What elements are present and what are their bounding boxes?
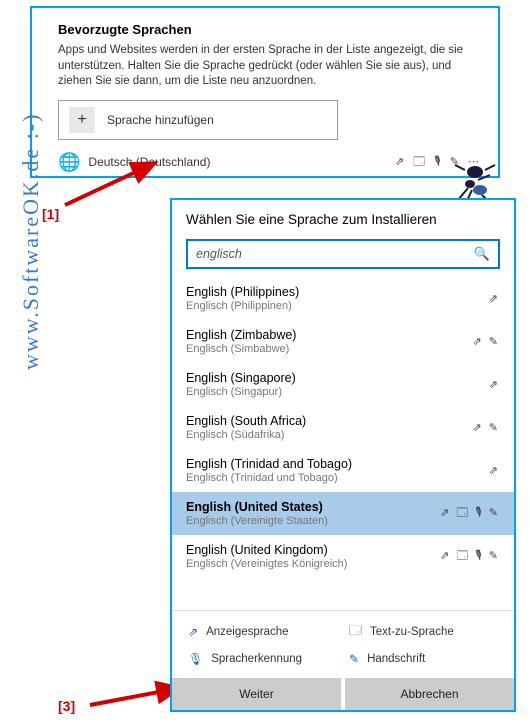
display-icon: ⇗	[188, 625, 198, 639]
dialog-title: Wählen Sie eine Sprache zum Installieren	[186, 212, 500, 227]
tts-icon: 🗔	[349, 621, 362, 642]
capability-icons: ⇗	[489, 464, 500, 477]
cancel-button[interactable]: Abbrechen	[345, 678, 514, 710]
installed-language-item[interactable]: 🌐 Deutsch (Deutschland) ⇗ 🗔 🎙 ✎ ⋯	[58, 152, 482, 173]
list-item[interactable]: English (United Kingdom) Englisch (Verei…	[172, 535, 514, 578]
language-native: Englisch (Philippinen)	[186, 300, 299, 312]
list-item[interactable]: English (Zimbabwe) Englisch (Simbabwe) ⇗…	[172, 320, 514, 363]
list-item[interactable]: English (Singapore) Englisch (Singapur) …	[172, 363, 514, 406]
language-name: English (Philippines)	[186, 285, 299, 299]
add-language-label: Sprache hinzufügen	[107, 113, 214, 127]
language-native: Englisch (Vereinigte Staaten)	[186, 515, 328, 527]
plus-icon: +	[69, 107, 95, 133]
mic-icon: 🎙	[188, 652, 203, 666]
capability-icons: ⇗	[489, 292, 500, 305]
dialog-button-row: Weiter Abbrechen	[172, 678, 514, 710]
capability-icons: ⇗ 🗔 🎙 ✎	[440, 547, 500, 566]
list-item[interactable]: English (Philippines) Englisch (Philippi…	[172, 277, 514, 320]
installed-language-name: Deutsch (Deutschland)	[88, 155, 210, 169]
pen-icon: ✎	[349, 652, 359, 666]
capability-icons: ⇗	[489, 378, 500, 391]
list-item[interactable]: English (Trinidad and Tobago) Englisch (…	[172, 449, 514, 492]
language-list: English (Philippines) Englisch (Philippi…	[172, 277, 514, 610]
capability-icons: ⇗ ✎	[473, 335, 501, 348]
preferred-languages-panel: Bevorzugte Sprachen Apps und Websites we…	[30, 6, 500, 178]
legend-speech: 🎙Spracherkennung	[188, 652, 337, 666]
language-name: English (Trinidad and Tobago)	[186, 457, 352, 471]
language-name: English (South Africa)	[186, 414, 306, 428]
list-item-selected[interactable]: English (United States) Englisch (Verein…	[172, 492, 514, 535]
globe-icon: 🌐	[58, 152, 80, 173]
language-native: Englisch (Singapur)	[186, 386, 296, 398]
search-box[interactable]: 🔍	[186, 239, 500, 269]
language-native: Englisch (Südafrika)	[186, 429, 306, 441]
next-button[interactable]: Weiter	[172, 678, 341, 710]
list-item[interactable]: English (South Africa) Englisch (Südafri…	[172, 406, 514, 449]
language-native: Englisch (Vereinigtes Königreich)	[186, 558, 347, 570]
legend-hand: ✎Handschrift	[349, 652, 498, 666]
search-input[interactable]	[196, 247, 474, 261]
install-language-dialog: Wählen Sie eine Sprache zum Installieren…	[170, 198, 516, 712]
legend-display: ⇗Anzeigesprache	[188, 621, 337, 642]
capability-icons: ⇗ ✎	[473, 421, 501, 434]
language-name: English (United Kingdom)	[186, 543, 347, 557]
capability-icons: ⇗ 🗔 🎙 ✎	[440, 504, 500, 523]
watermark-text: www.SoftwareOK.de :-)	[18, 113, 44, 370]
language-native: Englisch (Simbabwe)	[186, 343, 296, 355]
callout-1: [1]	[42, 206, 59, 222]
capability-legend: ⇗Anzeigesprache 🗔Text-zu-Sprache 🎙Sprach…	[172, 610, 514, 678]
language-name: English (Singapore)	[186, 371, 296, 385]
language-name: English (United States)	[186, 500, 328, 514]
callout-3: [3]	[58, 698, 75, 714]
legend-tts: 🗔Text-zu-Sprache	[349, 621, 498, 642]
language-name: English (Zimbabwe)	[186, 328, 296, 342]
language-native: Englisch (Trinidad und Tobago)	[186, 472, 352, 484]
search-icon: 🔍	[474, 246, 490, 262]
panel-description: Apps und Websites werden in der ersten S…	[58, 43, 482, 90]
add-language-button[interactable]: + Sprache hinzufügen	[58, 100, 338, 140]
panel-heading: Bevorzugte Sprachen	[58, 22, 482, 37]
